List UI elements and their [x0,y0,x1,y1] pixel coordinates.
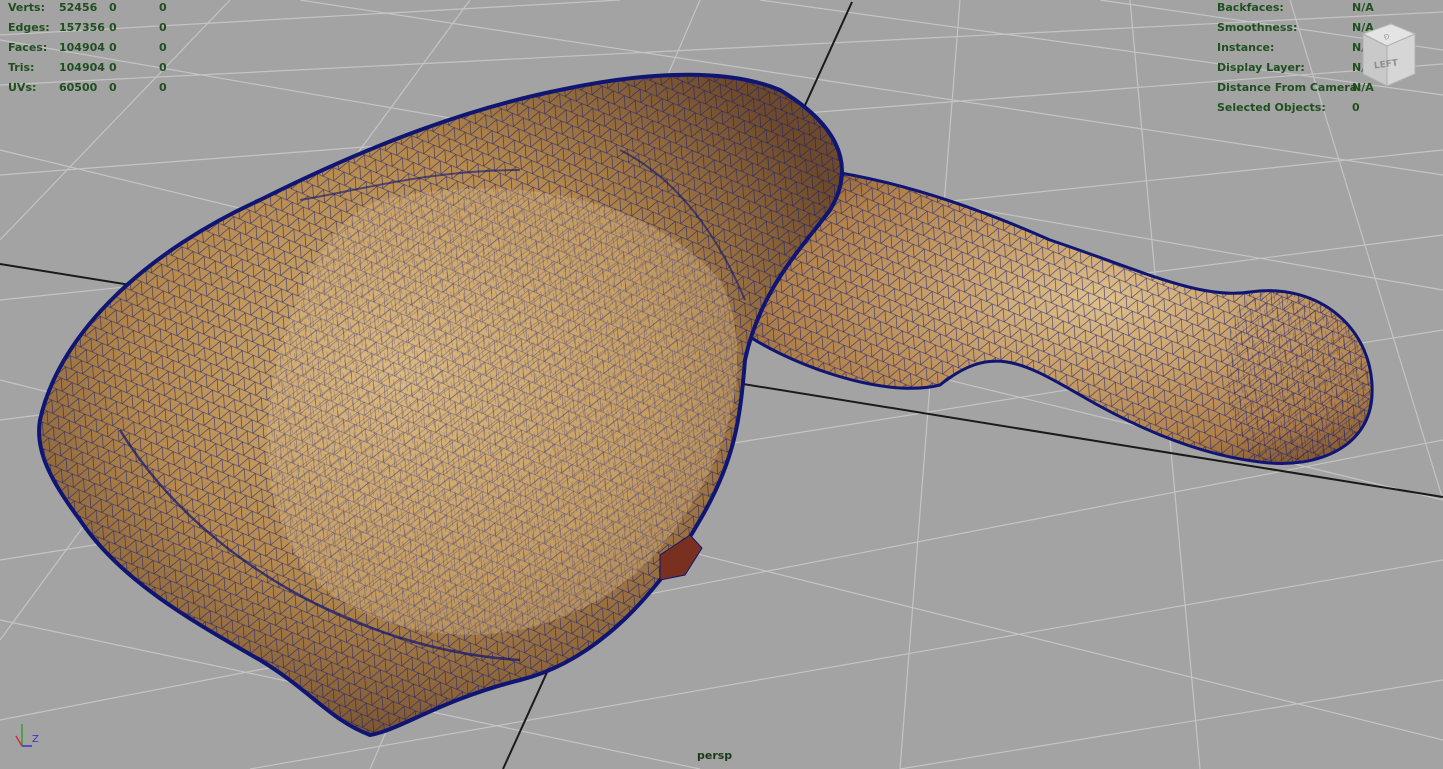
hud-value: 0 [159,41,167,54]
hud-row-selected: Selected Objects: 0 [1217,98,1427,118]
hud-row-edges: Edges: 157356 0 0 [8,18,208,38]
hud-value: 0 [159,21,167,34]
camera-name-label: persp [697,749,733,762]
hud-value: 60500 [59,81,98,94]
hud-label: Verts: [8,1,46,14]
chicken-leg-mesh[interactable] [37,72,1374,738]
hud-value: 0 [109,21,117,34]
hud-label: Faces: [8,41,48,54]
hud-row-faces: Faces: 104904 0 0 [8,38,208,58]
hud-row-verts: Verts: 52456 0 0 [8,0,208,18]
hud-value: 0 [159,61,167,74]
hud-label: Tris: [8,61,35,74]
poly-count-hud: Verts: 52456 0 0 Edges: 157356 0 0 Faces… [8,0,208,98]
hud-row-uvs: UVs: 60500 0 0 [8,78,208,98]
hud-row-tris: Tris: 104904 0 0 [8,58,208,78]
hud-label: Backfaces: [1217,1,1284,14]
hud-label: Display Layer: [1217,61,1305,74]
hud-label: Edges: [8,21,50,34]
hud-value: 0 [1352,101,1360,114]
hud-value: 0 [109,81,117,94]
view-cube-icon[interactable]: Ð [1357,22,1419,92]
maya-viewport[interactable]: Verts: 52456 0 0 Edges: 157356 0 0 Faces… [0,0,1443,769]
hud-label: Instance: [1217,41,1275,54]
hud-value: 0 [109,1,117,14]
hud-value: 0 [159,81,167,94]
hud-value: N/A [1352,1,1374,14]
hud-value: 104904 [59,61,105,74]
hud-value: 104904 [59,41,105,54]
hud-value: 157356 [59,21,105,34]
hud-value: 0 [109,61,117,74]
hud-label: UVs: [8,81,37,94]
hud-value: 0 [109,41,117,54]
hud-value: 0 [159,1,167,14]
hud-label: Smoothness: [1217,21,1298,34]
hud-row-backfaces: Backfaces: N/A [1217,0,1427,18]
hud-label: Distance From Camera: [1217,81,1362,94]
hud-label: Selected Objects: [1217,101,1326,114]
hud-value: 52456 [59,1,98,14]
axis-label-z: Z [32,734,39,745]
